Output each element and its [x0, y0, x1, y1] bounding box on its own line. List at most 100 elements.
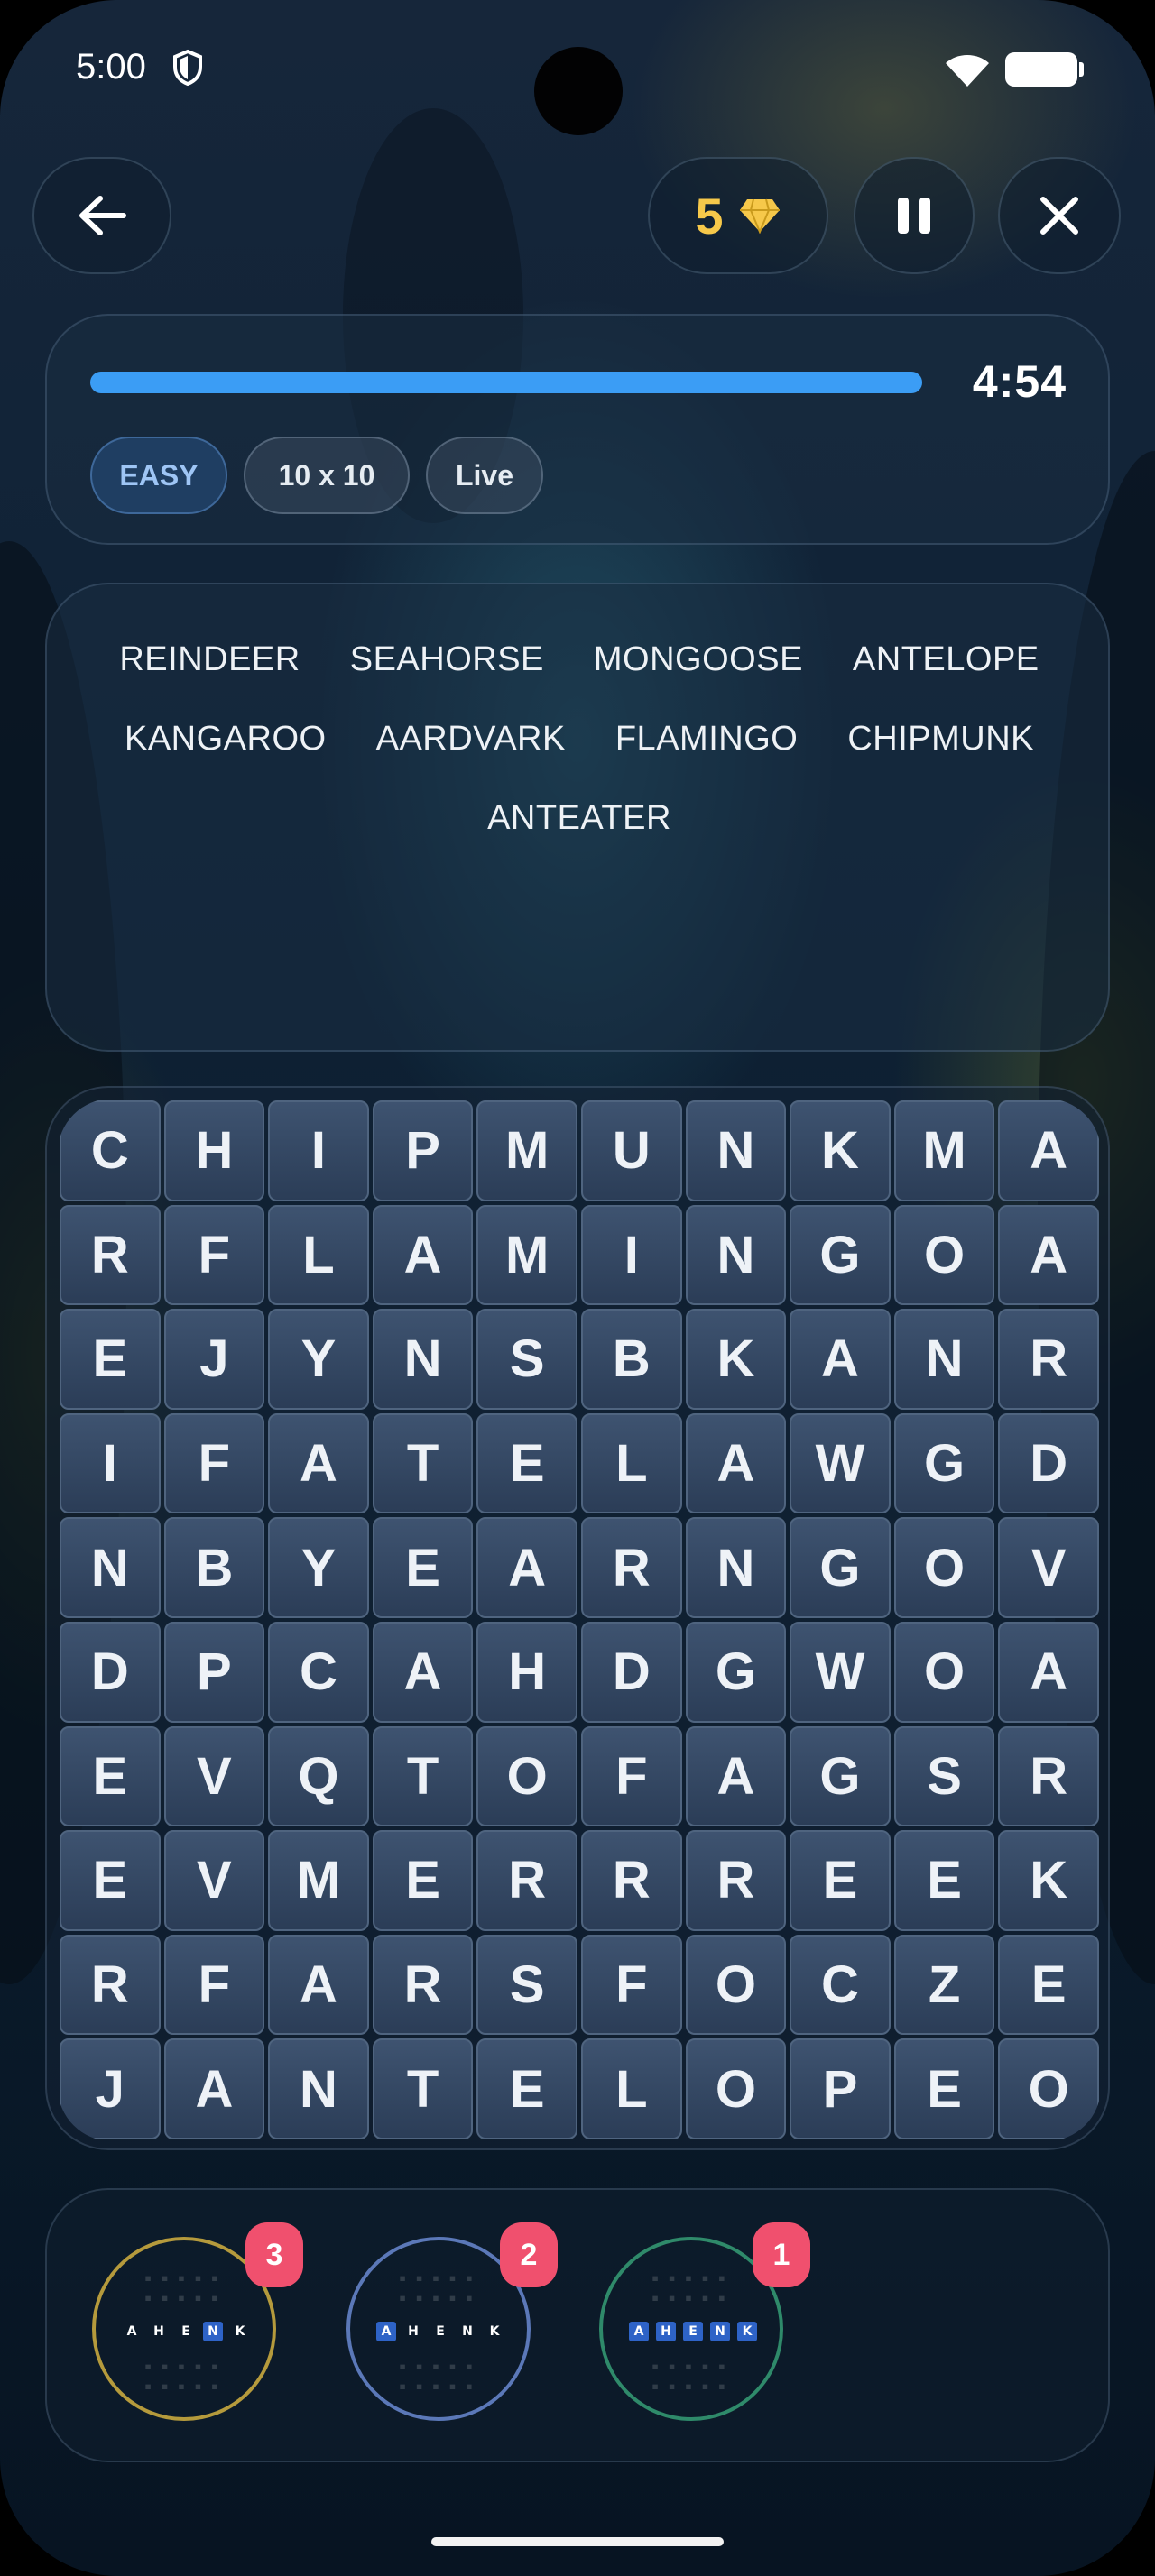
grid-cell[interactable]: R [60, 1204, 161, 1306]
grid-cell[interactable]: A [372, 1621, 474, 1723]
grid-cell[interactable]: M [476, 1100, 578, 1201]
grid-cell[interactable]: L [268, 1204, 369, 1306]
grid-cell[interactable]: S [476, 1934, 578, 2036]
grid-cell[interactable]: R [372, 1934, 474, 2036]
grid-cell[interactable]: N [60, 1517, 161, 1618]
grid-cell[interactable]: P [372, 1100, 474, 1201]
grid-cell[interactable]: I [580, 1204, 682, 1306]
grid-cell[interactable]: I [268, 1100, 369, 1201]
grid-cell[interactable]: E [893, 2038, 995, 2139]
grid-cell[interactable]: A [685, 1412, 787, 1514]
grid-cell[interactable]: K [685, 1309, 787, 1410]
grid-cell[interactable]: E [372, 1517, 474, 1618]
grid-cell[interactable]: F [580, 1725, 682, 1827]
grid-cell[interactable]: O [998, 2038, 1099, 2139]
grid-cell[interactable]: F [163, 1934, 265, 2036]
grid-cell[interactable]: A [372, 1204, 474, 1306]
grid-cell[interactable]: R [580, 1517, 682, 1618]
grid-cell[interactable]: Z [893, 1934, 995, 2036]
grid-cell[interactable]: U [580, 1100, 682, 1201]
grid-cell[interactable]: O [685, 1934, 787, 2036]
grid-cell[interactable]: C [790, 1934, 891, 2036]
pause-button[interactable] [854, 157, 975, 274]
grid-cell[interactable]: D [60, 1621, 161, 1723]
grid-cell[interactable]: M [268, 1830, 369, 1931]
grid-cell[interactable]: O [685, 2038, 787, 2139]
grid-cell[interactable]: F [163, 1412, 265, 1514]
grid-cell[interactable]: L [580, 2038, 682, 2139]
grid-cell[interactable]: R [476, 1830, 578, 1931]
grid-cell[interactable]: L [580, 1412, 682, 1514]
grid-cell[interactable]: D [580, 1621, 682, 1723]
grid-cell[interactable]: E [60, 1725, 161, 1827]
grid-cell[interactable]: M [893, 1100, 995, 1201]
grid-cell[interactable]: E [893, 1830, 995, 1931]
letter-grid[interactable]: CHIPMUNKMARFLAMINGOAEJYNSBKANRIFATELAWGD… [58, 1099, 1101, 2141]
grid-cell[interactable]: K [790, 1100, 891, 1201]
grid-cell[interactable]: A [998, 1100, 1099, 1201]
grid-cell[interactable]: J [163, 1309, 265, 1410]
grid-cell[interactable]: O [893, 1517, 995, 1618]
grid-cell[interactable]: H [163, 1100, 265, 1201]
grid-cell[interactable]: G [790, 1204, 891, 1306]
grid-cell[interactable]: S [893, 1725, 995, 1827]
grid-cell[interactable]: V [163, 1725, 265, 1827]
gems-button[interactable]: 5 [648, 157, 828, 274]
grid-cell[interactable]: F [580, 1934, 682, 2036]
grid-cell[interactable]: G [790, 1725, 891, 1827]
grid-cell[interactable]: T [372, 1725, 474, 1827]
grid-cell[interactable]: P [163, 1621, 265, 1723]
grid-cell[interactable]: O [893, 1204, 995, 1306]
grid-cell[interactable]: N [685, 1204, 787, 1306]
grid-cell[interactable]: E [476, 1412, 578, 1514]
grid-cell[interactable]: I [60, 1412, 161, 1514]
grid-cell[interactable]: Q [268, 1725, 369, 1827]
grid-cell[interactable]: F [163, 1204, 265, 1306]
grid-cell[interactable]: T [372, 2038, 474, 2139]
grid-cell[interactable]: H [476, 1621, 578, 1723]
grid-cell[interactable]: G [893, 1412, 995, 1514]
grid-cell[interactable]: N [685, 1100, 787, 1201]
grid-cell[interactable]: A [998, 1204, 1099, 1306]
grid-cell[interactable]: A [998, 1621, 1099, 1723]
grid-cell[interactable]: A [685, 1725, 787, 1827]
grid-cell[interactable]: O [893, 1621, 995, 1723]
grid-cell[interactable]: B [163, 1517, 265, 1618]
grid-cell[interactable]: R [998, 1309, 1099, 1410]
grid-cell[interactable]: V [998, 1517, 1099, 1618]
grid-cell[interactable]: C [268, 1621, 369, 1723]
grid-cell[interactable]: N [268, 2038, 369, 2139]
grid-cell[interactable]: E [998, 1934, 1099, 2036]
grid-cell[interactable]: N [685, 1517, 787, 1618]
grid-cell[interactable]: A [268, 1934, 369, 2036]
grid-cell[interactable]: W [790, 1621, 891, 1723]
grid-cell[interactable]: E [60, 1830, 161, 1931]
grid-cell[interactable]: E [790, 1830, 891, 1931]
grid-cell[interactable]: A [790, 1309, 891, 1410]
grid-cell[interactable]: Y [268, 1517, 369, 1618]
grid-cell[interactable]: R [60, 1934, 161, 2036]
grid-cell[interactable]: N [372, 1309, 474, 1410]
grid-cell[interactable]: W [790, 1412, 891, 1514]
grid-cell[interactable]: A [476, 1517, 578, 1618]
home-indicator[interactable] [431, 2537, 724, 2546]
grid-cell[interactable]: M [476, 1204, 578, 1306]
grid-cell[interactable]: A [163, 2038, 265, 2139]
grid-cell[interactable]: R [998, 1725, 1099, 1827]
grid-cell[interactable]: N [893, 1309, 995, 1410]
grid-cell[interactable]: J [60, 2038, 161, 2139]
grid-cell[interactable]: S [476, 1309, 578, 1410]
grid-cell[interactable]: R [685, 1830, 787, 1931]
back-button[interactable] [32, 157, 171, 274]
grid-cell[interactable]: A [268, 1412, 369, 1514]
grid-cell[interactable]: O [476, 1725, 578, 1827]
grid-cell[interactable]: D [998, 1412, 1099, 1514]
grid-cell[interactable]: V [163, 1830, 265, 1931]
grid-cell[interactable]: K [998, 1830, 1099, 1931]
grid-cell[interactable]: C [60, 1100, 161, 1201]
grid-cell[interactable]: R [580, 1830, 682, 1931]
grid-cell[interactable]: E [60, 1309, 161, 1410]
grid-cell[interactable]: G [685, 1621, 787, 1723]
grid-cell[interactable]: G [790, 1517, 891, 1618]
grid-cell[interactable]: E [372, 1830, 474, 1931]
